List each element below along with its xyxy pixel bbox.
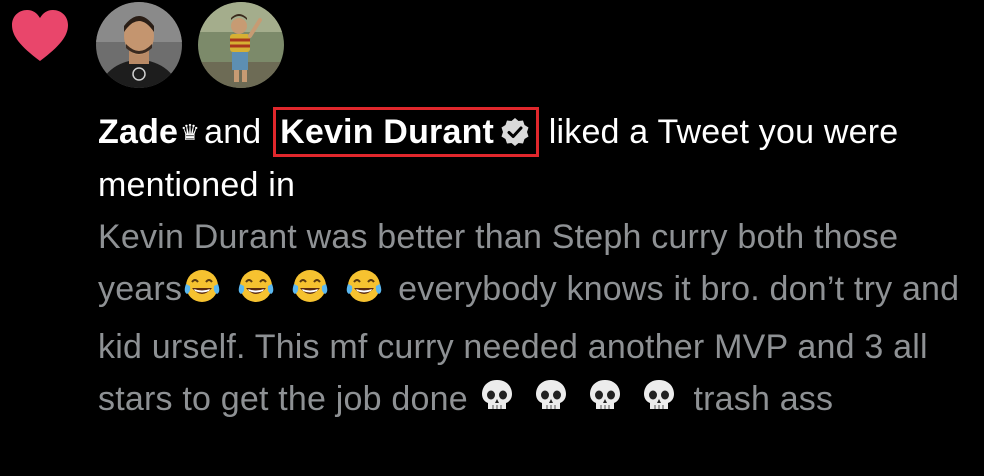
- tears-of-joy-emoji: [184, 270, 220, 302]
- crown-icon: ♛: [180, 120, 201, 145]
- skull-emoji-row: [477, 376, 693, 431]
- tweet-text[interactable]: Kevin Durant was better than Steph curry…: [98, 218, 959, 418]
- user-name-zade[interactable]: Zade: [98, 113, 178, 151]
- user-name-kevin-durant[interactable]: Kevin Durant: [280, 113, 494, 151]
- avatar-zade[interactable]: [96, 2, 182, 88]
- tears-of-joy-emoji: [292, 270, 328, 302]
- heart-icon: [12, 10, 68, 61]
- skull-emoji: [644, 380, 675, 409]
- notification-text: Zade♛ and Kevin Durant liked a Tweet you …: [98, 106, 968, 431]
- highlight-box: Kevin Durant: [273, 107, 540, 157]
- conjunction-text: and: [204, 113, 262, 151]
- tweet-text-part-3: trash ass: [693, 380, 834, 418]
- tears-of-joy-emoji: [238, 270, 274, 302]
- skull-emoji: [482, 380, 513, 409]
- verified-icon: [501, 118, 529, 146]
- notification-headline: Zade♛ and Kevin Durant liked a Tweet you …: [98, 107, 898, 204]
- skull-emoji: [590, 380, 621, 409]
- tears-of-joy-emoji-row: [182, 266, 398, 321]
- skull-emoji: [536, 380, 567, 409]
- avatar-user-2[interactable]: [198, 2, 284, 88]
- tears-of-joy-emoji: [346, 270, 382, 302]
